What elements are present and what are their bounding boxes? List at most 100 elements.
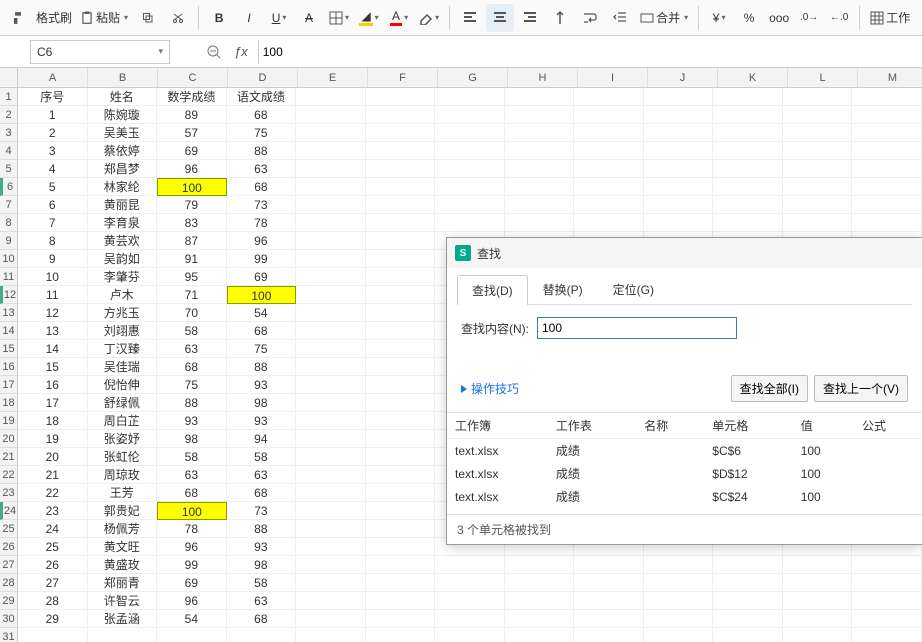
cell[interactable]	[713, 106, 783, 124]
cell[interactable]: 郭贵妃	[88, 502, 158, 520]
cell[interactable]	[296, 160, 366, 178]
italic-button[interactable]: I	[235, 4, 263, 32]
cell[interactable]: 李肇芬	[88, 268, 158, 286]
cell[interactable]: 95	[157, 268, 227, 286]
cell[interactable]: 5	[18, 178, 88, 196]
cell[interactable]: 96	[227, 232, 297, 250]
cell[interactable]	[296, 394, 366, 412]
cell[interactable]	[366, 520, 436, 538]
cell[interactable]	[574, 88, 644, 106]
cell[interactable]	[505, 124, 575, 142]
cell[interactable]: 68	[157, 484, 227, 502]
cell[interactable]	[505, 196, 575, 214]
cell[interactable]	[852, 160, 922, 178]
cell[interactable]: 林家纶	[88, 178, 158, 196]
cell[interactable]: 91	[157, 250, 227, 268]
cell[interactable]: 黄盛玫	[88, 556, 158, 574]
valign-button[interactable]	[546, 4, 574, 32]
cell[interactable]	[366, 430, 436, 448]
cell[interactable]	[296, 322, 366, 340]
tips-link[interactable]: 操作技巧	[461, 380, 519, 397]
cell[interactable]	[783, 574, 853, 592]
row-header[interactable]: 5	[0, 160, 18, 178]
row-header[interactable]: 16	[0, 358, 18, 376]
cell[interactable]: 数学成绩	[157, 88, 227, 106]
cell[interactable]: 58	[157, 322, 227, 340]
result-row[interactable]: text.xlsx成绩$D$12100	[447, 462, 922, 485]
row-header[interactable]: 14	[0, 322, 18, 340]
cell[interactable]: 58	[157, 448, 227, 466]
cell[interactable]	[296, 448, 366, 466]
column-header[interactable]: M	[858, 68, 922, 87]
cell[interactable]	[366, 268, 436, 286]
cell[interactable]	[296, 376, 366, 394]
cell[interactable]: 语文成绩	[227, 88, 297, 106]
row-header[interactable]: 21	[0, 448, 18, 466]
cell[interactable]: 99	[227, 250, 297, 268]
copy-button[interactable]	[134, 4, 162, 32]
cell[interactable]	[435, 106, 505, 124]
row-header[interactable]: 15	[0, 340, 18, 358]
cell[interactable]	[296, 196, 366, 214]
cell[interactable]: 郑昌梦	[88, 160, 158, 178]
cell[interactable]: 88	[227, 520, 297, 538]
cell[interactable]	[366, 124, 436, 142]
cell[interactable]	[366, 250, 436, 268]
cell[interactable]	[505, 574, 575, 592]
cell[interactable]	[366, 214, 436, 232]
cell[interactable]: 57	[157, 124, 227, 142]
cell[interactable]: 丁汉臻	[88, 340, 158, 358]
row-header[interactable]: 31	[0, 628, 18, 642]
cell[interactable]	[505, 88, 575, 106]
cell[interactable]	[366, 322, 436, 340]
cell[interactable]	[366, 412, 436, 430]
cell[interactable]: 郑丽青	[88, 574, 158, 592]
row-header[interactable]: 19	[0, 412, 18, 430]
cell[interactable]	[435, 178, 505, 196]
row-header[interactable]: 29	[0, 592, 18, 610]
cell[interactable]	[296, 178, 366, 196]
cell[interactable]	[852, 628, 922, 642]
cell[interactable]	[783, 628, 853, 642]
row-header[interactable]: 10	[0, 250, 18, 268]
cell[interactable]	[644, 142, 714, 160]
cell[interactable]	[366, 88, 436, 106]
cell[interactable]: 99	[157, 556, 227, 574]
format-painter-button[interactable]	[4, 4, 32, 32]
cell[interactable]: 69	[227, 268, 297, 286]
cell[interactable]	[296, 520, 366, 538]
cell[interactable]	[296, 250, 366, 268]
cell[interactable]	[852, 106, 922, 124]
cell[interactable]: 蔡依婷	[88, 142, 158, 160]
cell[interactable]	[505, 592, 575, 610]
clear-format-button[interactable]: ▾	[415, 4, 443, 32]
row-header[interactable]: 24	[0, 502, 18, 520]
cell[interactable]	[435, 160, 505, 178]
cell[interactable]	[435, 88, 505, 106]
cell[interactable]: 28	[18, 592, 88, 610]
cell[interactable]	[713, 556, 783, 574]
cell[interactable]: 68	[227, 106, 297, 124]
cell[interactable]: 13	[18, 322, 88, 340]
cell[interactable]: 89	[157, 106, 227, 124]
cell[interactable]: 58	[227, 448, 297, 466]
cell[interactable]: 7	[18, 214, 88, 232]
cell[interactable]: 黄丽昆	[88, 196, 158, 214]
cell[interactable]: 2	[18, 124, 88, 142]
row-header[interactable]: 22	[0, 466, 18, 484]
cell[interactable]	[296, 142, 366, 160]
cell[interactable]: 94	[227, 430, 297, 448]
cell[interactable]: 张姿妤	[88, 430, 158, 448]
result-row[interactable]: text.xlsx成绩$C$24100	[447, 485, 922, 508]
cell[interactable]: 吴韵如	[88, 250, 158, 268]
cell[interactable]: 26	[18, 556, 88, 574]
border-button[interactable]: ▾	[325, 4, 353, 32]
cell[interactable]: 刘翊惠	[88, 322, 158, 340]
cell[interactable]	[296, 484, 366, 502]
dialog-titlebar[interactable]: S 查找	[447, 238, 922, 268]
cell[interactable]	[296, 304, 366, 322]
cell[interactable]: 23	[18, 502, 88, 520]
cell[interactable]: 96	[157, 592, 227, 610]
column-header[interactable]: D	[228, 68, 298, 87]
row-header[interactable]: 3	[0, 124, 18, 142]
